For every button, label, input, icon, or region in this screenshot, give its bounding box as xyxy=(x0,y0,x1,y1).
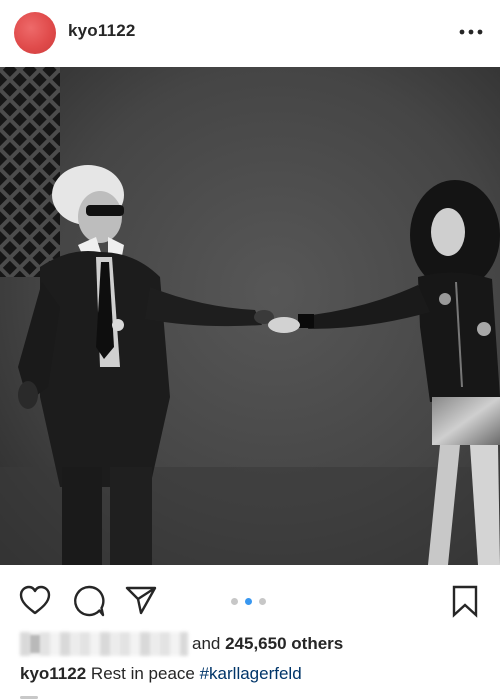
more-horizontal-icon xyxy=(459,29,483,35)
carousel-dot xyxy=(231,598,238,605)
carousel-dot-active xyxy=(245,598,252,605)
blurred-avatar xyxy=(30,635,40,653)
heart-icon xyxy=(19,585,51,615)
avatar[interactable] xyxy=(14,12,56,54)
likes-summary[interactable]: and 245,650 others xyxy=(20,632,490,658)
more-options-button[interactable] xyxy=(456,20,486,44)
post-username[interactable]: kyo1122 xyxy=(68,21,136,41)
share-button[interactable] xyxy=(124,584,158,621)
caption-text: Rest in peace xyxy=(86,664,200,683)
post-photo[interactable] xyxy=(0,67,500,565)
likes-prefix: and xyxy=(192,634,226,653)
comment-bubble-icon xyxy=(74,585,105,617)
post-caption: kyo1122 Rest in peace #karllagerfeld xyxy=(20,664,302,684)
save-button[interactable] xyxy=(450,584,480,623)
post-header: kyo1122 xyxy=(0,0,500,66)
like-button[interactable] xyxy=(18,584,52,621)
likes-count[interactable]: 245,650 others xyxy=(225,634,343,653)
action-bar xyxy=(0,566,500,626)
bookmark-icon xyxy=(452,585,478,618)
caption-username[interactable]: kyo1122 xyxy=(20,664,86,683)
truncated-comment-line xyxy=(20,692,50,700)
photo-image xyxy=(0,67,500,565)
blurred-liker-names xyxy=(20,632,188,656)
caption-hashtag[interactable]: #karllagerfeld xyxy=(200,664,302,683)
carousel-dot xyxy=(259,598,266,605)
paper-plane-icon xyxy=(125,586,157,615)
likes-count-text: and 245,650 others xyxy=(192,634,343,654)
comment-button[interactable] xyxy=(72,584,106,623)
